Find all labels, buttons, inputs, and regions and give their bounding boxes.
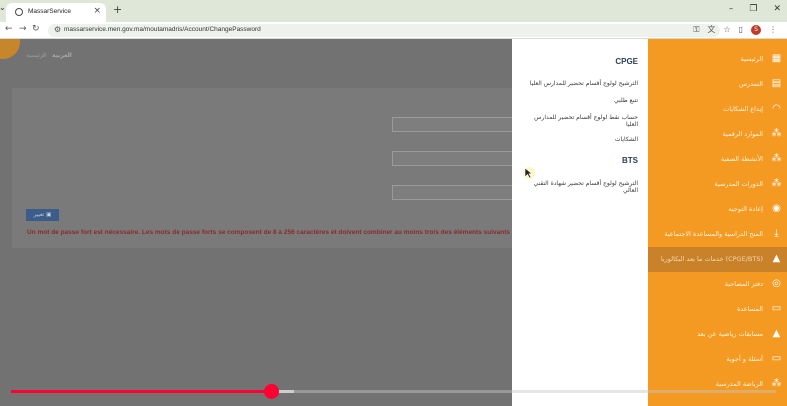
toolbar-icons: ⚿ 文 ☆ ▯ S ⋮	[693, 24, 777, 35]
sidebar-item-label: المساعدة	[736, 305, 763, 313]
back-arrow-icon[interactable]: ←	[5, 24, 13, 34]
translate-icon[interactable]: 文	[707, 24, 715, 35]
submenu-item-complaints[interactable]: الشكايات	[523, 136, 638, 143]
confirm-password-field[interactable]	[392, 185, 532, 200]
sidebar-item-label: خدمات ما بعد البكالوريا (CPGE/BTS)	[660, 255, 763, 263]
sidebar-item-label: المنح الدراسية والمساعدة الاجتماعية	[664, 230, 763, 238]
sidebar-item-label: إيداع الشكايات	[723, 105, 763, 113]
browser-toolbar: ← → ↻ ⚙ massarservice.men.gov.ma/moutama…	[0, 22, 787, 39]
submenu-item-cpge-apply[interactable]: الترشيح لولوج أقسام تحضير للمدارس العليا	[523, 80, 638, 87]
sidebar-item-label: الموارد الرقمية	[722, 130, 764, 138]
sidebar-item-scholarships[interactable]: المنح الدراسية والمساعدة الاجتماعية ⤓	[648, 222, 787, 247]
sidebar-item-class-activities[interactable]: الأنشطة الصفية ⁂	[648, 147, 787, 172]
save-icon: ▣	[46, 212, 52, 218]
submenu-item-track-request[interactable]: تتبع طلبي	[523, 97, 638, 104]
sidebar-item-help[interactable]: المساعدة ▭	[648, 297, 787, 322]
profile-avatar[interactable]: S	[751, 24, 761, 35]
reload-icon[interactable]: ↻	[32, 24, 40, 34]
change-password-button[interactable]: تغيير ▣	[26, 209, 59, 221]
sidebar-item-label: أسئلة و أجوبة	[726, 355, 763, 363]
change-password-card: تغيير ▣ Un mot de passe fort est nécessa…	[12, 88, 532, 248]
browser-tab[interactable]: MassarService ×	[6, 3, 106, 22]
network-icon: ⁂	[771, 378, 782, 389]
mouse-cursor	[523, 167, 535, 179]
headset-icon: ◠	[772, 103, 781, 114]
menu-dots-icon[interactable]: ⋮	[769, 25, 777, 34]
post-bac-submenu: CPGE الترشيح لولوج أقسام تحضير للمدارس ا…	[512, 39, 648, 406]
image-icon: ▭	[771, 303, 782, 314]
sidebar-item-home[interactable]: الرئيسية ▦	[648, 47, 787, 72]
video-played-bar	[11, 390, 272, 393]
image-icon: ▭	[771, 353, 782, 364]
forward-arrow-icon[interactable]: →	[19, 24, 27, 34]
cpge-heading: CPGE	[615, 57, 638, 66]
video-progress-bar[interactable]	[11, 384, 776, 399]
sidebar: الرئيسية ▦ التمدرس ▤ إيداع الشكايات ◠ الموا…	[648, 39, 787, 406]
sidebar-item-post-bac[interactable]: خدمات ما بعد البكالوريا (CPGE/BTS) ▲	[648, 247, 787, 272]
globe-icon: ◎	[772, 278, 781, 289]
url-text: massarservice.men.gov.ma/moutamadris/Acc…	[64, 26, 261, 33]
sidebar-item-complaints[interactable]: إيداع الشكايات ◠	[648, 97, 787, 122]
compass-icon: ◉	[772, 203, 781, 214]
star-icon[interactable]: ☆	[723, 25, 730, 34]
network-icon: ⁂	[771, 178, 782, 189]
sidebar-item-faq[interactable]: أسئلة و أجوبة ▭	[648, 347, 787, 372]
tab-search-icon[interactable]: ⌄	[0, 3, 6, 12]
site-info-icon[interactable]: ⚙	[54, 25, 61, 34]
network-icon: ⁂	[771, 128, 782, 139]
graduation-cap-icon: ▲	[772, 328, 781, 339]
sidebar-item-label: الدورات المدرسية	[714, 180, 763, 188]
sidebar-item-label: إعادة التوجيه	[728, 205, 763, 213]
window-controls: – ❐ ✕	[729, 4, 781, 14]
book-icon: ▤	[771, 78, 782, 89]
new-tab-button[interactable]: +	[113, 3, 122, 16]
extensions-icon[interactable]: ▯	[739, 25, 743, 34]
sidebar-item-mentoring-notebook[interactable]: دفتر المصاحبة ◎	[648, 272, 787, 297]
browser-titlebar: ⌄ MassarService × + – ❐ ✕	[0, 0, 787, 22]
key-icon[interactable]: ⚿	[693, 25, 699, 35]
breadcrumb: العربية ‹ الرئيسية	[0, 52, 512, 62]
graduation-cap-icon: ▲	[772, 253, 781, 264]
sidebar-item-label: الرئيسية	[740, 55, 763, 63]
address-bar[interactable]: ⚙ massarservice.men.gov.ma/moutamadris/A…	[48, 24, 720, 37]
sidebar-item-digital-resources[interactable]: الموارد الرقمية ⁂	[648, 122, 787, 147]
download-icon: ⤓	[774, 228, 779, 239]
bts-heading: BTS	[622, 156, 638, 165]
maximize-button[interactable]: ❐	[749, 4, 757, 14]
password-error-message: Un mot de passe fort est nécessaire. Les…	[27, 229, 512, 236]
close-tab-icon[interactable]: ×	[93, 6, 101, 16]
network-icon: ⁂	[771, 153, 782, 164]
video-scrubber-handle[interactable]	[264, 384, 280, 399]
breadcrumb-home[interactable]: الرئيسية	[26, 52, 47, 59]
main-content-overlay: العربية ‹ الرئيسية تغيير ▣ Un mot de pas…	[0, 39, 532, 406]
dashboard-icon: ▦	[771, 53, 782, 64]
sidebar-item-label: التمدرس	[739, 80, 763, 88]
close-window-button[interactable]: ✕	[773, 4, 781, 14]
submenu-item-score-calculator[interactable]: حساب نقط لولوج أقسام تحضير للمدارس العلي…	[523, 114, 638, 128]
sidebar-item-school-sports[interactable]: الرياضة المدرسية ⁂	[648, 372, 787, 397]
sidebar-item-label: مسابقات رياضية عن بعد	[697, 330, 763, 338]
sidebar-item-school-sessions[interactable]: الدورات المدرسية ⁂	[648, 172, 787, 197]
sidebar-item-label: الرياضة المدرسية	[715, 380, 763, 388]
page-content: العربية ‹ الرئيسية تغيير ▣ Un mot de pas…	[0, 39, 787, 406]
sidebar-item-remote-sports[interactable]: مسابقات رياضية عن بعد ▲	[648, 322, 787, 347]
minimize-button[interactable]: –	[729, 4, 734, 14]
sidebar-item-reorientation[interactable]: إعادة التوجيه ◉	[648, 197, 787, 222]
save-button-label: تغيير	[33, 212, 45, 218]
new-password-field[interactable]	[392, 151, 532, 166]
tab-title: MassarService	[28, 8, 71, 15]
globe-favicon-icon	[15, 8, 23, 16]
current-password-field[interactable]	[392, 117, 532, 132]
breadcrumb-current: العربية	[52, 52, 72, 59]
sidebar-item-label: الأنشطة الصفية	[720, 155, 763, 163]
sidebar-item-label: دفتر المصاحبة	[724, 280, 763, 288]
sidebar-item-schooling[interactable]: التمدرس ▤	[648, 72, 787, 97]
submenu-item-bts-apply[interactable]: الترشيح لولوج أقسام تحضير شهادة التقني ا…	[523, 180, 638, 194]
cursor-arrow-icon	[524, 167, 533, 179]
